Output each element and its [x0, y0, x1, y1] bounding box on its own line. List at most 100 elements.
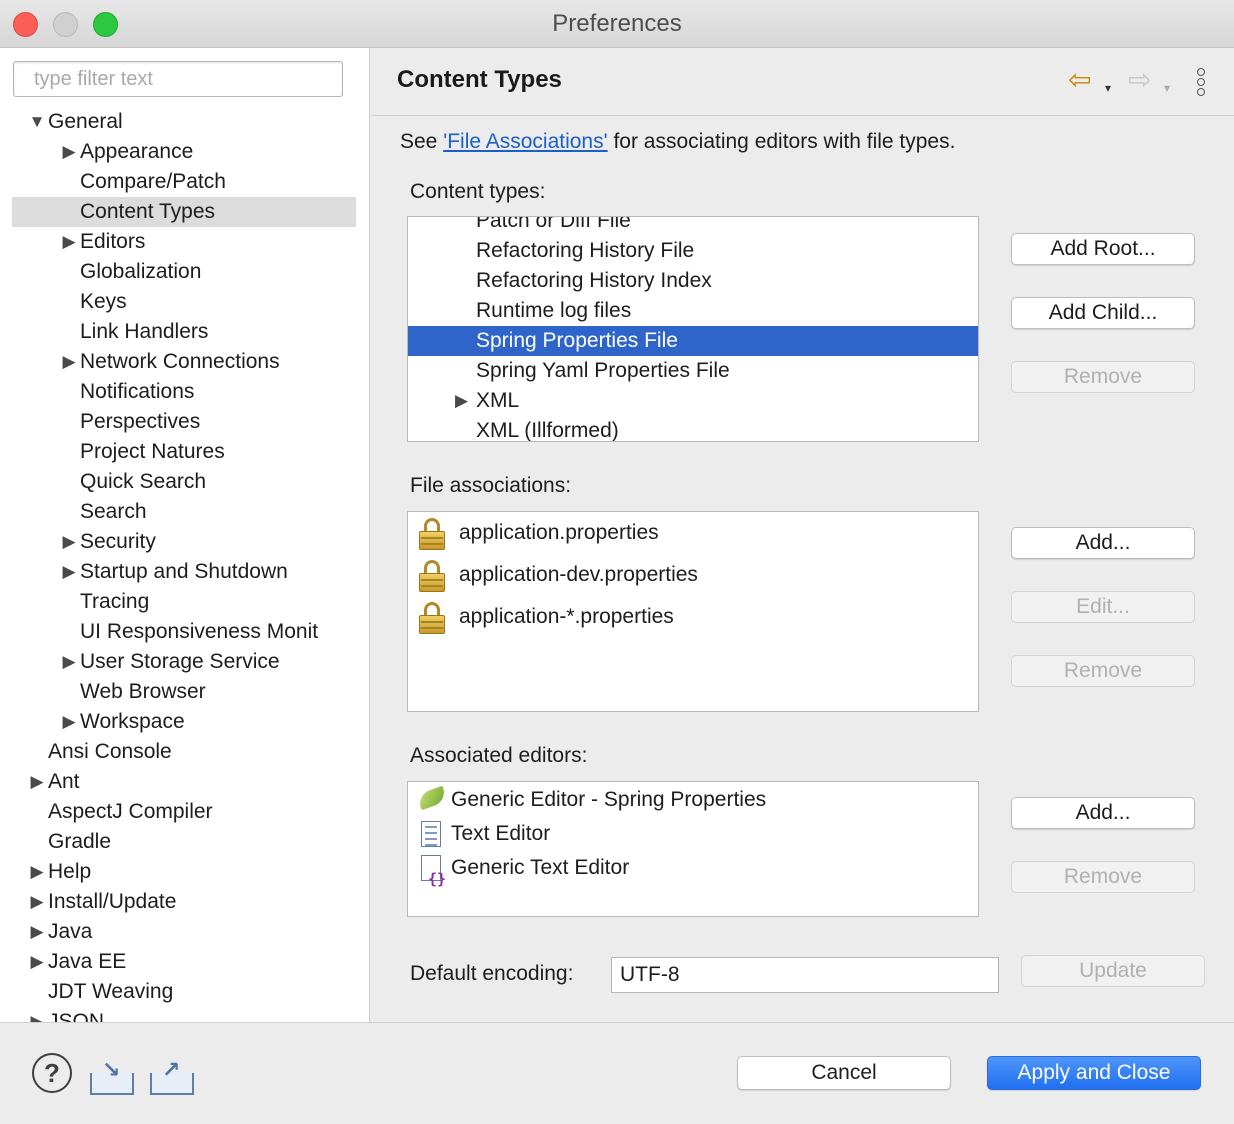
back-arrow-icon[interactable]: ⇦: [1068, 66, 1091, 94]
add-child-button[interactable]: Add Child...: [1011, 297, 1195, 329]
collapsed-twisty-icon[interactable]: ▶: [28, 917, 46, 947]
collapsed-twisty-icon[interactable]: ▶: [60, 137, 78, 167]
associated-editor-row[interactable]: Generic Editor - Spring Properties: [416, 783, 966, 817]
content-type-row[interactable]: ▶ XML: [408, 386, 978, 416]
expanded-twisty-icon[interactable]: ▼: [28, 107, 46, 137]
sidebar-item[interactable]: ▶ Workspace: [12, 707, 356, 737]
file-association-row[interactable]: application.properties: [418, 512, 968, 554]
page-title: Content Types: [397, 66, 562, 93]
file-association-row[interactable]: application-dev.properties: [418, 554, 968, 596]
content-type-row[interactable]: Runtime log files: [408, 296, 978, 326]
sidebar-item[interactable]: ▶ Startup and Shutdown: [12, 557, 356, 587]
sidebar-item[interactable]: Project Natures: [12, 437, 356, 467]
import-preferences-icon[interactable]: ↘: [90, 1057, 134, 1095]
remove-content-type-button[interactable]: Remove: [1011, 361, 1195, 393]
sidebar-item[interactable]: AspectJ Compiler: [12, 797, 356, 827]
sidebar-item[interactable]: ▶ Network Connections: [12, 347, 356, 377]
sidebar-item[interactable]: Search: [12, 497, 356, 527]
sidebar-item[interactable]: Quick Search: [12, 467, 356, 497]
collapsed-twisty-icon[interactable]: ▶: [60, 557, 78, 587]
file-associations-link[interactable]: 'File Associations': [443, 130, 607, 153]
forward-arrow-icon[interactable]: ⇨: [1128, 66, 1151, 94]
sidebar-item[interactable]: ▶ Java EE: [12, 947, 356, 977]
associated-editors-list[interactable]: Generic Editor - Spring Properties Text E…: [407, 781, 979, 917]
sidebar-item[interactable]: Compare/Patch: [12, 167, 356, 197]
add-file-association-button[interactable]: Add...: [1011, 527, 1195, 559]
file-association-row[interactable]: application-*.properties: [418, 596, 968, 638]
add-root-button[interactable]: Add Root...: [1011, 233, 1195, 265]
sidebar-item[interactable]: Ansi Console: [12, 737, 356, 767]
collapsed-twisty-icon[interactable]: ▶: [60, 527, 78, 557]
apply-and-close-button[interactable]: Apply and Close: [987, 1056, 1201, 1090]
sidebar-item-label: Startup and Shutdown: [80, 560, 288, 583]
sidebar-item[interactable]: ▶ Appearance: [12, 137, 356, 167]
sidebar-item-label: Editors: [80, 230, 146, 253]
collapsed-twisty-icon[interactable]: ▶: [28, 857, 46, 887]
content-type-row[interactable]: Spring Properties File: [408, 326, 978, 356]
sidebar-item[interactable]: ▶ Install/Update: [12, 887, 356, 917]
content-type-row[interactable]: Patch or Diff File: [408, 217, 978, 236]
lock-icon: [418, 560, 446, 592]
content-types-list[interactable]: Patch or Diff File Refactoring History Fi…: [407, 216, 979, 442]
sidebar-item[interactable]: Globalization: [12, 257, 356, 287]
sidebar-item[interactable]: ▶ Java: [12, 917, 356, 947]
help-icon[interactable]: ?: [32, 1053, 72, 1093]
content-type-label: XML (Illformed): [476, 419, 619, 442]
sidebar-item-label: Perspectives: [80, 410, 201, 433]
sidebar-item[interactable]: Content Types: [12, 197, 356, 227]
edit-file-association-button[interactable]: Edit...: [1011, 591, 1195, 623]
forward-history-dropdown-icon[interactable]: ▾: [1164, 74, 1170, 102]
sidebar-item[interactable]: ▶ User Storage Service: [12, 647, 356, 677]
intro-after: for associating editors with file types.: [607, 130, 956, 153]
sidebar-item[interactable]: ▶ Ant: [12, 767, 356, 797]
collapsed-twisty-icon[interactable]: ▶: [28, 947, 46, 977]
sidebar-item[interactable]: ▶ Security: [12, 527, 356, 557]
associated-editor-label: Generic Editor - Spring Properties: [451, 788, 767, 811]
sidebar-item[interactable]: Link Handlers: [12, 317, 356, 347]
sidebar-item[interactable]: Keys: [12, 287, 356, 317]
sidebar-item[interactable]: Gradle: [12, 827, 356, 857]
content-type-row[interactable]: Refactoring History Index: [408, 266, 978, 296]
collapsed-twisty-icon[interactable]: ▶: [455, 386, 468, 416]
collapsed-twisty-icon[interactable]: ▶: [28, 1007, 46, 1022]
sidebar-item-label: Keys: [80, 290, 127, 313]
add-editor-button[interactable]: Add...: [1011, 797, 1195, 829]
sidebar-item-label: Java: [48, 920, 93, 943]
content-type-row[interactable]: Spring Yaml Properties File: [408, 356, 978, 386]
default-encoding-label: Default encoding:: [410, 962, 574, 985]
sidebar-item[interactable]: ▼ General: [12, 107, 356, 137]
view-menu-icon[interactable]: [1197, 68, 1207, 98]
file-associations-label: File associations:: [410, 474, 572, 497]
update-encoding-button[interactable]: Update: [1021, 955, 1205, 987]
collapsed-twisty-icon[interactable]: ▶: [60, 347, 78, 377]
content-type-row[interactable]: Refactoring History File: [408, 236, 978, 266]
sidebar-item[interactable]: ▶ Help: [12, 857, 356, 887]
associated-editor-row[interactable]: Text Editor: [416, 817, 966, 851]
sidebar-item[interactable]: Notifications: [12, 377, 356, 407]
sidebar-item[interactable]: ▶ Editors: [12, 227, 356, 257]
sidebar-item[interactable]: JDT Weaving: [12, 977, 356, 1007]
cancel-button[interactable]: Cancel: [737, 1056, 951, 1090]
content-type-row[interactable]: XML (Illformed): [408, 416, 978, 442]
sidebar-item-label: Web Browser: [80, 680, 206, 703]
remove-file-association-button[interactable]: Remove: [1011, 655, 1195, 687]
collapsed-twisty-icon[interactable]: ▶: [28, 887, 46, 917]
file-associations-list[interactable]: application.properties application-dev.pr…: [407, 511, 979, 712]
default-encoding-input[interactable]: [611, 957, 999, 993]
filter-input[interactable]: [13, 61, 343, 97]
sidebar-item-label: AspectJ Compiler: [48, 800, 213, 823]
export-preferences-icon[interactable]: ↗: [150, 1057, 194, 1095]
collapsed-twisty-icon[interactable]: ▶: [28, 767, 46, 797]
sidebar-item-label: Ant: [48, 770, 80, 793]
sidebar-item[interactable]: Perspectives: [12, 407, 356, 437]
sidebar-item[interactable]: Tracing: [12, 587, 356, 617]
sidebar-item[interactable]: ▶ JSON: [12, 1007, 356, 1022]
back-history-dropdown-icon[interactable]: ▾: [1105, 74, 1111, 102]
collapsed-twisty-icon[interactable]: ▶: [60, 227, 78, 257]
collapsed-twisty-icon[interactable]: ▶: [60, 647, 78, 677]
associated-editor-row[interactable]: {} Generic Text Editor: [416, 851, 966, 888]
remove-editor-button[interactable]: Remove: [1011, 861, 1195, 893]
collapsed-twisty-icon[interactable]: ▶: [60, 707, 78, 737]
sidebar-item[interactable]: UI Responsiveness Monit: [12, 617, 356, 647]
sidebar-item[interactable]: Web Browser: [12, 677, 356, 707]
